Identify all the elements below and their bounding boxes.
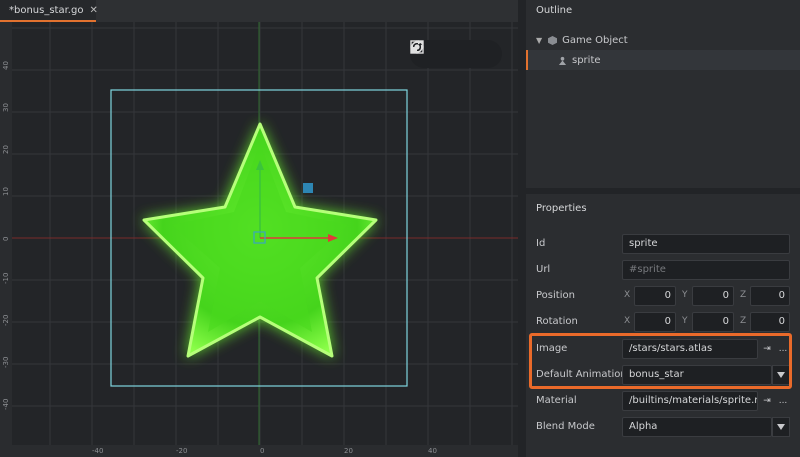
tree-item-label: sprite <box>572 54 601 66</box>
game-object-icon <box>548 35 558 45</box>
scale-icon[interactable] <box>410 40 492 63</box>
ruler-label: 0 <box>260 447 265 455</box>
chevron-down-icon[interactable] <box>772 365 790 385</box>
rotation-label: Rotation <box>536 316 578 327</box>
tab-bonus-star[interactable]: *bonus_star.go ✕ <box>0 0 98 22</box>
position-x-field[interactable]: 0 <box>634 286 676 306</box>
rotation-z-field[interactable]: 0 <box>750 312 790 332</box>
chevron-down-icon[interactable] <box>772 417 790 437</box>
tree-item-sprite[interactable]: sprite <box>526 50 800 70</box>
ruler-label: 20 <box>344 447 353 455</box>
ruler-label: 0 <box>2 236 10 241</box>
panel-divider[interactable] <box>518 0 526 457</box>
image-field[interactable]: /stars/stars.atlas <box>622 339 758 359</box>
ruler-label: 30 <box>2 103 10 112</box>
x-axis-label: X <box>624 290 631 300</box>
transform-toolbar <box>410 40 502 68</box>
open-resource-icon[interactable]: ⇥ <box>760 340 774 358</box>
ruler-label: 10 <box>2 187 10 196</box>
y-axis-label: Y <box>682 290 688 300</box>
right-sidebar: Outline ▼ Game Object sprite Properties … <box>526 0 800 457</box>
property-image: Image /stars/stars.atlas ⇥ ... <box>526 339 800 361</box>
property-rotation: Rotation X 0 Y 0 Z 0 <box>526 312 800 334</box>
blend-mode-select[interactable]: Alpha <box>622 417 772 437</box>
ruler-label: -40 <box>92 447 104 455</box>
z-axis-label: Z <box>740 316 747 326</box>
default-animation-select[interactable]: bonus_star <box>622 365 772 385</box>
ruler-label: 20 <box>2 145 10 154</box>
scene-viewport[interactable]: 40 30 20 10 0 -10 -20 -30 -40 -40 -20 0 … <box>0 22 518 457</box>
browse-button[interactable]: ... <box>776 340 790 358</box>
position-y-field[interactable]: 0 <box>692 286 734 306</box>
tab-title: *bonus_star.go <box>9 4 84 16</box>
image-label: Image <box>536 343 568 354</box>
tree-item-game-object[interactable]: ▼ Game Object <box>526 30 800 50</box>
z-axis-label: Z <box>740 290 747 300</box>
material-field[interactable]: /builtins/materials/sprite.mat <box>622 391 758 411</box>
y-axis-label: Y <box>682 316 688 326</box>
horizontal-ruler: -40 -20 0 20 40 <box>0 445 518 457</box>
outline-panel: Outline ▼ Game Object sprite <box>526 0 800 188</box>
position-label: Position <box>536 290 575 301</box>
x-axis-label: X <box>624 316 631 326</box>
properties-panel: Properties Id sprite Url #sprite Positio… <box>526 194 800 457</box>
url-field[interactable]: #sprite <box>622 260 790 280</box>
blend-mode-label: Blend Mode <box>536 421 595 432</box>
id-field[interactable]: sprite <box>622 234 790 254</box>
close-icon[interactable]: ✕ <box>89 5 97 16</box>
sprite-icon <box>558 56 567 65</box>
scene-canvas[interactable] <box>0 22 518 457</box>
tree-item-label: Game Object <box>562 34 628 46</box>
ruler-label: 40 <box>428 447 437 455</box>
scene-editor[interactable]: *bonus_star.go ✕ 40 30 20 10 0 -10 -20 -… <box>0 0 518 457</box>
rotation-y-field[interactable]: 0 <box>692 312 734 332</box>
open-resource-icon[interactable]: ⇥ <box>760 392 774 410</box>
tab-bar: *bonus_star.go ✕ <box>0 0 518 22</box>
property-id: Id sprite <box>526 234 800 256</box>
property-position: Position X 0 Y 0 Z 0 <box>526 286 800 308</box>
url-label: Url <box>536 264 551 275</box>
ruler-label: -20 <box>2 314 10 326</box>
position-z-field[interactable]: 0 <box>750 286 790 306</box>
property-url: Url #sprite <box>526 260 800 282</box>
property-default-animation: Default Animation bonus_star <box>526 365 800 387</box>
expand-triangle-icon[interactable]: ▼ <box>536 36 542 45</box>
ruler-label: -30 <box>2 356 10 368</box>
xy-plane-handle[interactable] <box>303 183 313 193</box>
browse-button[interactable]: ... <box>776 392 790 410</box>
property-blend-mode: Blend Mode Alpha <box>526 417 800 439</box>
properties-title: Properties <box>536 203 587 214</box>
default-animation-label: Default Animation <box>536 369 627 380</box>
material-label: Material <box>536 395 577 406</box>
rotation-x-field[interactable]: 0 <box>634 312 676 332</box>
vertical-ruler: 40 30 20 10 0 -10 -20 -30 -40 <box>0 22 12 457</box>
ruler-label: -10 <box>2 272 10 284</box>
outline-title: Outline <box>536 5 573 16</box>
ruler-label: -40 <box>2 398 10 410</box>
id-label: Id <box>536 238 546 249</box>
property-material: Material /builtins/materials/sprite.mat … <box>526 391 800 413</box>
ruler-label: 40 <box>2 61 10 70</box>
rotate-icon[interactable] <box>411 40 465 63</box>
ruler-label: -20 <box>176 447 188 455</box>
